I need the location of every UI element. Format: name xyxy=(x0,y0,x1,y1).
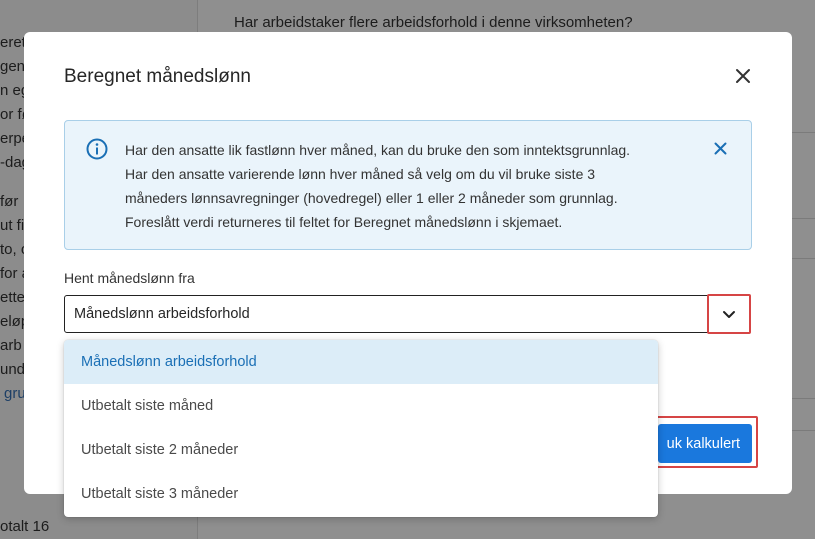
close-icon xyxy=(714,142,726,154)
dropdown-toggle-button[interactable] xyxy=(707,294,751,334)
info-line: Har den ansatte lik fastlønn hver måned,… xyxy=(125,142,631,158)
modal-title: Beregnet månedslønn xyxy=(64,66,251,87)
info-line: Har den ansatte varierende lønn hver mån… xyxy=(125,166,596,182)
background-question: Har arbeidstaker flere arbeidsforhold i … xyxy=(234,14,633,31)
background-fragment: arb xyxy=(0,337,22,354)
selected-value: Månedslønn arbeidsforhold xyxy=(74,306,250,322)
background-fragment: und xyxy=(0,361,26,378)
info-alert: Har den ansatte lik fastlønn hver måned,… xyxy=(64,120,752,250)
background-fragment: gen xyxy=(0,58,26,75)
close-modal-button[interactable] xyxy=(731,64,755,88)
option-last-2-months[interactable]: Utbetalt siste 2 måneder xyxy=(64,428,658,472)
close-icon xyxy=(736,69,750,83)
salary-source-options: Månedslønn arbeidsforhold Utbetalt siste… xyxy=(64,340,658,517)
info-line: Foreslått verdi returneres til feltet fo… xyxy=(125,214,563,230)
option-monthly-salary[interactable]: Månedslønn arbeidsforhold xyxy=(64,340,658,384)
background-link-fragment[interactable]: gru xyxy=(4,385,26,402)
background-fragment: eret xyxy=(0,34,26,51)
info-alert-text: Har den ansatte lik fastlønn hver måned,… xyxy=(125,138,685,234)
background-fragment: otalt 16 xyxy=(0,518,50,535)
salary-source-select[interactable]: Månedslønn arbeidsforhold xyxy=(64,295,750,333)
salary-source-label: Hent månedslønn fra xyxy=(64,270,195,286)
background-fragment: ut fi xyxy=(0,217,25,234)
background-fragment: ette xyxy=(0,289,26,306)
chevron-down-icon xyxy=(723,310,735,318)
info-line: måneders lønnsavregninger (hovedregel) e… xyxy=(125,190,618,206)
info-icon xyxy=(86,138,108,160)
option-last-3-months[interactable]: Utbetalt siste 3 måneder xyxy=(64,472,658,516)
background-fragment: før xyxy=(0,193,19,210)
option-last-month[interactable]: Utbetalt siste måned xyxy=(64,384,658,428)
use-calculated-button[interactable]: uk kalkulert xyxy=(658,424,752,463)
dismiss-info-button[interactable] xyxy=(709,137,731,159)
